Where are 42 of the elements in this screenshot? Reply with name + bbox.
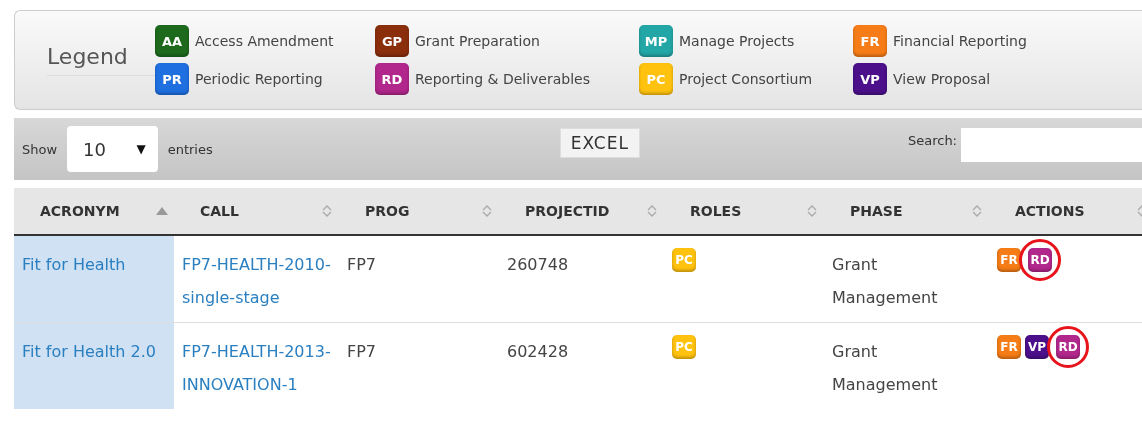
legend-label: Periodic Reporting: [195, 71, 323, 87]
role-badge: PR: [155, 63, 189, 95]
column-header[interactable]: ACTIONS: [989, 188, 1142, 235]
show-label: Show: [22, 141, 58, 157]
action-button[interactable]: RD: [1056, 335, 1080, 359]
role-badge: VP: [853, 63, 887, 95]
action-button[interactable]: RD: [1028, 248, 1052, 272]
projectid-cell: 260748: [507, 255, 569, 274]
excel-button[interactable]: EXCEL: [559, 128, 640, 158]
search-field[interactable]: [961, 128, 1142, 162]
page-size-select[interactable]: 10 ▼: [67, 126, 158, 172]
legend-label: Grant Preparation: [415, 33, 540, 49]
legend-label: View Proposal: [893, 71, 991, 87]
action-button[interactable]: VP: [1025, 335, 1049, 359]
prog-cell: FP7: [347, 255, 377, 274]
column-header[interactable]: ROLES: [664, 188, 824, 235]
search-label: Search:: [907, 133, 957, 148]
role-badge: AA: [155, 25, 189, 57]
call-link[interactable]: FP7-HEALTH-2010-single-stage: [182, 248, 331, 314]
legend-label: Manage Projects: [679, 33, 795, 49]
role-badge: RD: [375, 63, 409, 95]
call-link[interactable]: FP7-HEALTH-2013-INNOVATION-1: [182, 335, 331, 401]
legend-label: Financial Reporting: [893, 33, 1027, 49]
role-badge: PC: [672, 248, 696, 272]
legend-label: Project Consortium: [679, 71, 813, 87]
phase-cell: Grant Management: [832, 342, 938, 394]
column-header[interactable]: PHASE: [824, 188, 989, 235]
legend-label: Reporting & Deliverables: [415, 71, 590, 87]
entries-label: entries: [167, 141, 213, 157]
role-badge: GP: [375, 25, 409, 57]
role-badge: FR: [853, 25, 887, 57]
legend-label: Access Amendment: [195, 33, 334, 49]
role-badge: MP: [639, 25, 673, 57]
projectid-cell: 602428: [507, 342, 569, 361]
column-header[interactable]: PROG: [339, 188, 499, 235]
role-badge: PC: [672, 335, 696, 359]
prog-cell: FP7: [347, 342, 377, 361]
role-badge: PC: [639, 63, 673, 95]
column-header[interactable]: PROJECTID: [499, 188, 664, 235]
column-header[interactable]: ACRONYM: [14, 188, 174, 235]
phase-cell: Grant Management: [832, 255, 938, 307]
column-header[interactable]: CALL: [174, 188, 339, 235]
